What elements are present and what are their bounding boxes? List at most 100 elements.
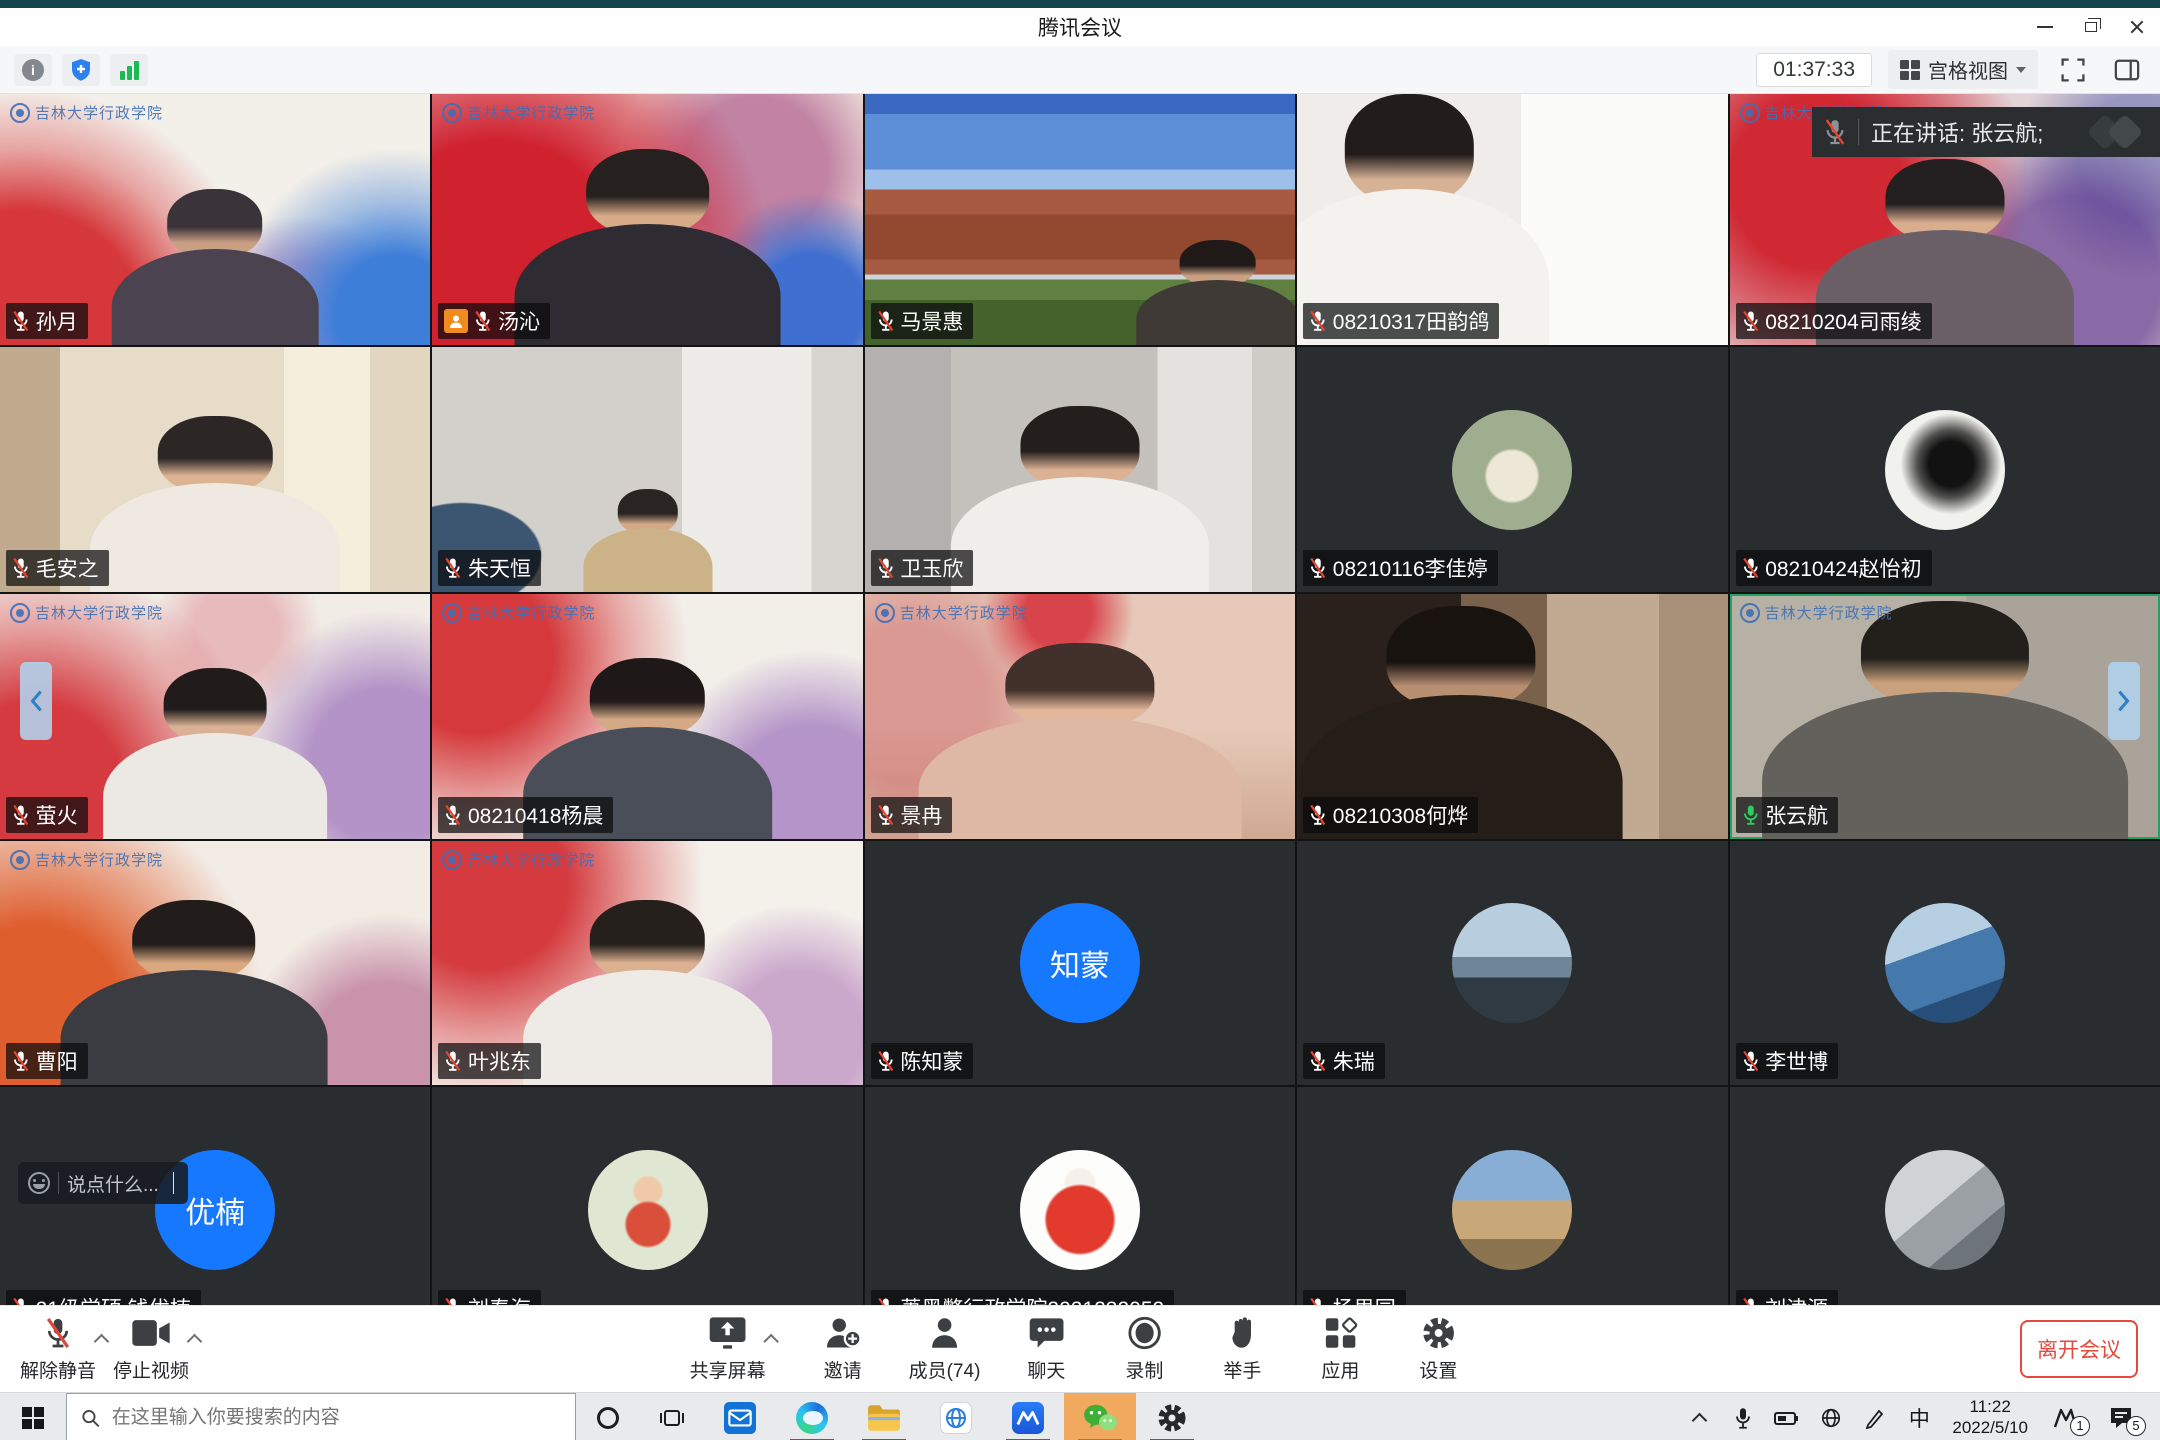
- participant-tile-10[interactable]: 08210424赵怡初: [1730, 347, 2160, 592]
- participant-tile-20[interactable]: 李世博: [1730, 841, 2160, 1085]
- control-settings-button[interactable]: 设置: [1406, 1314, 1470, 1383]
- ink-badge: 1: [2070, 1416, 2090, 1436]
- participant-tile-12[interactable]: 吉林大学行政学院08210418杨晨: [432, 594, 862, 839]
- participant-tile-11[interactable]: 吉林大学行政学院萤火: [0, 594, 430, 839]
- tray-pen[interactable]: [1858, 1393, 1892, 1440]
- control-camera-button[interactable]: 停止视频: [113, 1314, 189, 1383]
- participant-tile-18[interactable]: 知蒙陈知蒙: [865, 841, 1295, 1085]
- participant-tile-8[interactable]: 卫玉欣: [865, 347, 1295, 592]
- participant-name-tag: 08210424赵怡初: [1736, 550, 1932, 586]
- control-item-wrap: 解除静音: [20, 1314, 107, 1383]
- taskbar-search-box[interactable]: [66, 1393, 576, 1440]
- tray-battery[interactable]: [1770, 1393, 1804, 1440]
- restore-button[interactable]: [2068, 8, 2114, 46]
- participant-name-tag: 朱瑞: [1303, 1043, 1385, 1079]
- participant-tile-9[interactable]: 08210116李佳婷: [1297, 347, 1727, 592]
- participant-tile-19[interactable]: 朱瑞: [1297, 841, 1727, 1085]
- taskbar-app-wechat[interactable]: [1064, 1393, 1136, 1440]
- fullscreen-button[interactable]: [2054, 54, 2092, 86]
- pen-icon: [1864, 1407, 1886, 1429]
- participant-avatar: [1452, 903, 1572, 1023]
- college-seal-icon: [442, 850, 462, 870]
- participant-name-tag: 孙月: [6, 303, 88, 339]
- control-raise-hand-button[interactable]: 举手: [1210, 1314, 1274, 1383]
- side-panel-button[interactable]: [2108, 54, 2146, 86]
- participant-tile-14[interactable]: 08210308何烨: [1297, 594, 1727, 839]
- muted-mic-icon: [877, 1050, 895, 1072]
- cortana-button[interactable]: [576, 1393, 640, 1440]
- tray-network-globe[interactable]: [1814, 1393, 1848, 1440]
- college-watermark: 吉林大学行政学院: [442, 102, 595, 123]
- start-button[interactable]: [0, 1393, 66, 1440]
- participant-tile-1[interactable]: 吉林大学行政学院孙月: [0, 94, 430, 345]
- tray-clock[interactable]: 11:22 2022/5/10: [1946, 1393, 2034, 1440]
- tray-ink-workspace[interactable]: 1: [2044, 1393, 2088, 1440]
- taskbar-app-tencent-meeting[interactable]: [992, 1393, 1064, 1440]
- tray-globe-icon: [1820, 1407, 1842, 1429]
- participant-tile-6[interactable]: 毛安之: [0, 347, 430, 592]
- muted-mic-icon: [1742, 557, 1760, 579]
- minimize-icon: [2037, 26, 2053, 28]
- next-page-button[interactable]: [2108, 662, 2140, 740]
- control-menu-chevron-icon[interactable]: [763, 1334, 779, 1350]
- action-center-button[interactable]: 5: [2098, 1393, 2144, 1440]
- participant-video-silhouette: [951, 406, 1209, 592]
- taskbar-app-settings[interactable]: [1136, 1393, 1208, 1440]
- participant-tile-7[interactable]: 朱天恒: [432, 347, 862, 592]
- tray-show-hidden-icons[interactable]: [1682, 1393, 1716, 1440]
- chat-input-placeholder[interactable]: 说点什么...: [67, 1170, 159, 1197]
- control-chat-button[interactable]: 聊天: [1014, 1314, 1078, 1383]
- taskbar-app-file-explorer[interactable]: [848, 1393, 920, 1440]
- control-record-button[interactable]: 录制: [1112, 1314, 1176, 1383]
- edge-browser-icon: [796, 1402, 828, 1434]
- quick-chat-bar[interactable]: 说点什么...: [18, 1162, 188, 1204]
- leave-meeting-button[interactable]: 离开会议: [2020, 1320, 2138, 1378]
- meeting-info-button[interactable]: i: [14, 54, 52, 86]
- control-share-screen-button[interactable]: 共享屏幕: [690, 1314, 766, 1383]
- taskbar-app-mail[interactable]: [704, 1393, 776, 1440]
- control-apps-button[interactable]: 应用: [1308, 1314, 1372, 1383]
- control-group-left: 解除静音停止视频: [20, 1314, 200, 1383]
- search-icon: [81, 1408, 100, 1428]
- tray-ime-indicator[interactable]: 中: [1902, 1393, 1936, 1440]
- network-quality-button[interactable]: [110, 54, 148, 86]
- participant-tile-23[interactable]: 萧黑鳖行政学院2021232052: [865, 1087, 1295, 1305]
- search-input[interactable]: [112, 1407, 561, 1429]
- college-seal-icon: [1740, 103, 1760, 123]
- participant-tile-24[interactable]: 杨思园: [1297, 1087, 1727, 1305]
- tray-microphone[interactable]: [1726, 1393, 1760, 1440]
- participant-tile-13[interactable]: 吉林大学行政学院景冉: [865, 594, 1295, 839]
- participant-video-silhouette: [583, 489, 712, 592]
- college-watermark: 吉林大学行政学院: [10, 602, 163, 623]
- previous-page-button[interactable]: [20, 662, 52, 740]
- participant-video-silhouette: [90, 416, 340, 592]
- participant-tile-16[interactable]: 吉林大学行政学院曹阳: [0, 841, 430, 1085]
- participant-name-tag: 景冉: [871, 797, 953, 833]
- participant-video-silhouette: [112, 189, 319, 345]
- close-button[interactable]: [2114, 8, 2160, 46]
- view-mode-selector[interactable]: 宫格视图: [1888, 50, 2038, 89]
- control-mic-muted-button[interactable]: 解除静音: [20, 1314, 96, 1383]
- participant-name: 刘春海: [468, 1293, 531, 1305]
- task-view-button[interactable]: [640, 1393, 704, 1440]
- participant-name-tag: 陈知蒙: [871, 1043, 974, 1079]
- participant-tile-4[interactable]: 08210317田韵鸽: [1297, 94, 1727, 345]
- participant-tile-22[interactable]: 刘春海: [432, 1087, 862, 1305]
- college-seal-icon: [10, 850, 30, 870]
- participant-tile-17[interactable]: 吉林大学行政学院叶兆东: [432, 841, 862, 1085]
- control-menu-chevron-icon[interactable]: [187, 1334, 203, 1350]
- participant-tile-3[interactable]: 马景惠: [865, 94, 1295, 345]
- title-bar: 腾讯会议: [0, 8, 2160, 46]
- participant-tile-2[interactable]: 吉林大学行政学院汤沁: [432, 94, 862, 345]
- taskbar-app-browser-globe[interactable]: [920, 1393, 992, 1440]
- control-item-wrap: 录制: [1112, 1314, 1176, 1383]
- control-invite-button[interactable]: 邀请: [811, 1314, 875, 1383]
- emoji-icon[interactable]: [28, 1172, 50, 1194]
- minimize-button[interactable]: [2022, 8, 2068, 46]
- control-menu-chevron-icon[interactable]: [94, 1334, 110, 1350]
- participant-tile-25[interactable]: 刘津源: [1730, 1087, 2160, 1305]
- participant-tile-15[interactable]: 吉林大学行政学院张云航: [1730, 594, 2160, 839]
- control-members-button[interactable]: 成员(74): [909, 1314, 981, 1383]
- taskbar-app-edge[interactable]: [776, 1393, 848, 1440]
- meeting-security-button[interactable]: [62, 54, 100, 86]
